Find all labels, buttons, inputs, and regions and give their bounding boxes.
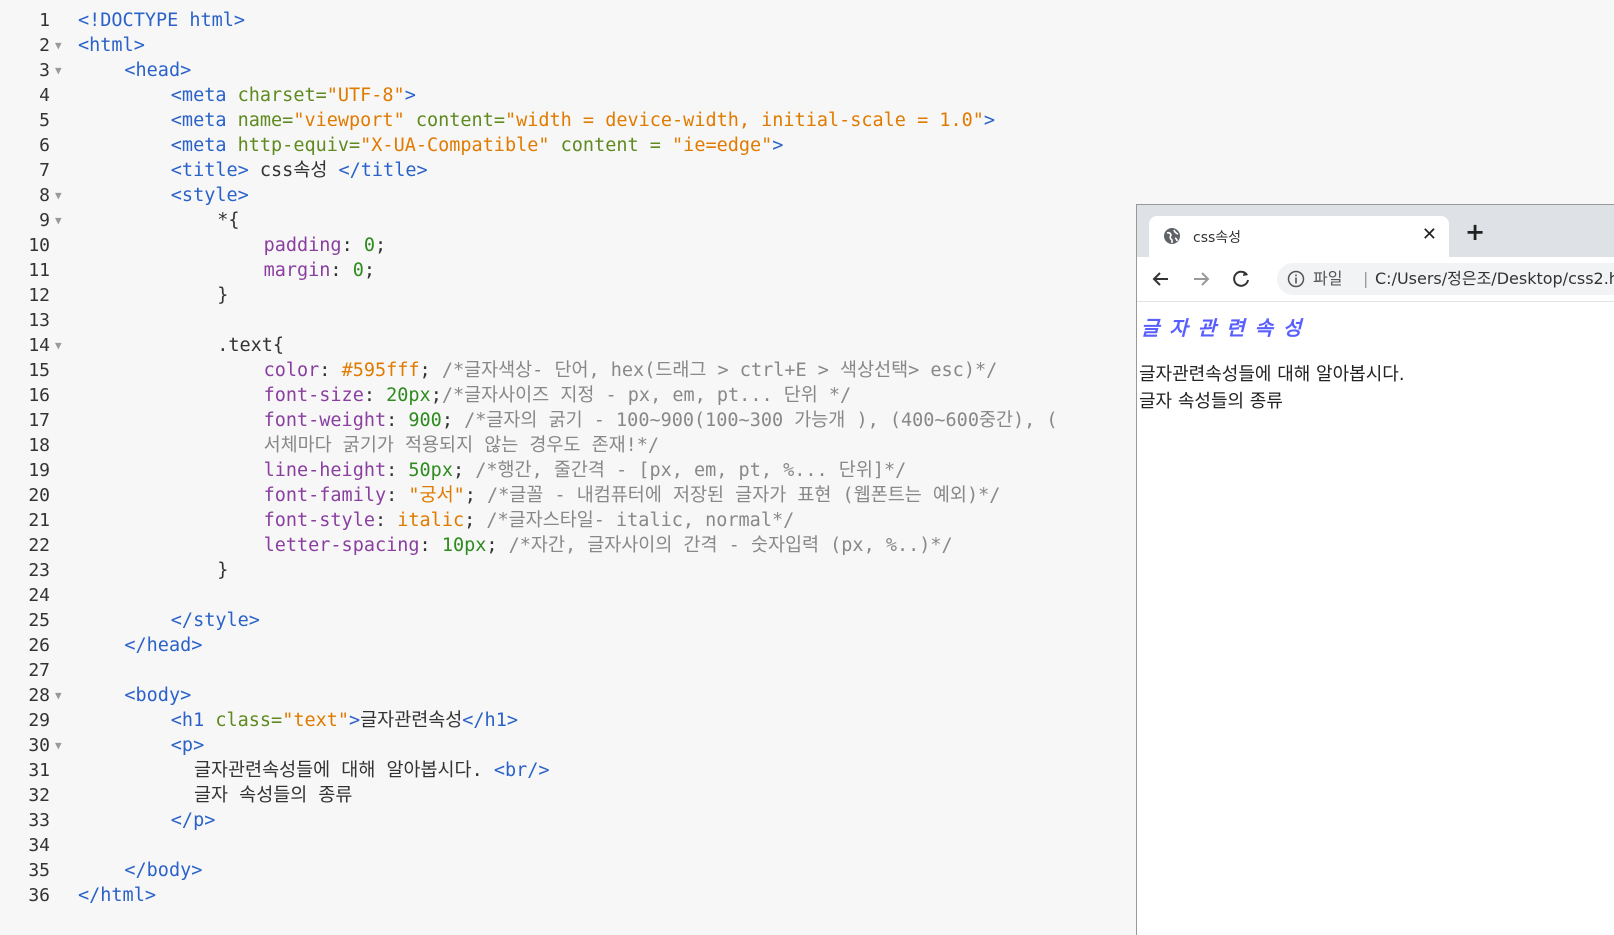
page-paragraph-line-1: 글자관련속성들에 대해 알아봅시다. [1139, 364, 1405, 385]
url-text: C:/Users/정은조/Desktop/css2.html [1375, 269, 1614, 288]
line-number: 18 [28, 435, 50, 456]
code-text: } [217, 560, 229, 581]
line-number: 22 [28, 535, 50, 556]
back-arrow-icon[interactable] [1147, 265, 1175, 293]
code-text: <meta charset="UTF-8"> [170, 85, 416, 106]
line-number: 28 [28, 685, 50, 706]
code-text: 서체마다 굵기가 적용되지 않는 경우도 존재!*/ [263, 435, 660, 456]
browser-window: css속성 ✕ + 파일 | C:/Users/정은조/Desktop/css2… [1136, 204, 1614, 935]
code-text: <style> [170, 185, 249, 206]
page-paragraph-line-2: 글자 속성들의 종류 [1139, 391, 1283, 412]
line-number: 19 [28, 460, 50, 481]
line-number: 32 [28, 785, 50, 806]
line-number: 16 [28, 385, 50, 406]
tab-strip: css속성 ✕ + [1137, 205, 1614, 257]
code-text: <body> [124, 685, 192, 706]
code-text: font-style: italic; /*글자스타일- italic, nor… [263, 510, 795, 531]
code-text: </p> [170, 810, 216, 831]
address-bar[interactable]: 파일 | C:/Users/정은조/Desktop/css2.html [1277, 263, 1614, 295]
line-number: 6 [39, 135, 50, 156]
line-number: 5 [39, 110, 50, 131]
url-scheme-label: 파일 [1313, 269, 1343, 288]
line-number: 7 [39, 160, 50, 181]
url-separator: | [1363, 269, 1369, 288]
line-number: 24 [28, 585, 50, 606]
fold-arrow-icon[interactable]: ▼ [55, 733, 62, 758]
fold-arrow-icon[interactable]: ▼ [55, 683, 62, 708]
fold-arrow-icon[interactable]: ▼ [55, 208, 62, 233]
line-number: 26 [28, 635, 50, 656]
code-text: font-family: "궁서"; /*글꼴 - 내컴퓨터에 저장된 글자가 … [263, 485, 1001, 506]
globe-icon [1164, 228, 1180, 244]
code-text: 글자관련속성들에 대해 알아봅시다. <br/> [194, 760, 550, 781]
line-number: 1 [39, 10, 50, 31]
new-tab-button[interactable]: + [1465, 218, 1485, 246]
line-number: 23 [28, 560, 50, 581]
line-number: 21 [28, 510, 50, 531]
code-text: <meta name="viewport" content="width = d… [170, 110, 996, 131]
line-number: 29 [28, 710, 50, 731]
code-text: <meta http-equiv="X-UA-Compatible" conte… [170, 135, 784, 156]
code-text: line-height: 50px; /*행간, 줄간격 - [px, em, … [263, 460, 907, 481]
code-text: color: #595fff; /*글자색상- 단어, hex(드래그 > ct… [263, 360, 998, 381]
code-text: 글자 속성들의 종류 [194, 785, 353, 806]
line-number: 36 [28, 885, 50, 906]
line-number: 9 [39, 210, 50, 231]
fold-arrow-icon[interactable]: ▼ [55, 58, 62, 83]
line-number: 17 [28, 410, 50, 431]
line-number: 35 [28, 860, 50, 881]
code-text: .text{ [217, 335, 285, 356]
line-number: 33 [28, 810, 50, 831]
code-text: <head> [124, 60, 192, 81]
line-number: 30 [28, 735, 50, 756]
tab-title: css속성 [1193, 230, 1242, 246]
code-text: font-size: 20px;/*글자사이즈 지정 - px, em, pt.… [263, 385, 852, 406]
forward-arrow-icon[interactable] [1187, 265, 1215, 293]
code-text: </head> [124, 635, 203, 656]
line-number: 3 [39, 60, 50, 81]
fold-arrow-icon[interactable]: ▼ [55, 183, 62, 208]
line-number: 34 [28, 835, 50, 856]
page-heading: 글자관련속성 [1141, 316, 1312, 340]
fold-arrow-icon[interactable]: ▼ [55, 333, 62, 358]
code-text: <p> [170, 735, 205, 756]
line-number: 12 [28, 285, 50, 306]
line-number: 14 [28, 335, 50, 356]
line-number: 13 [28, 310, 50, 331]
code-text: *{ [217, 210, 240, 231]
code-text: <h1 class="text">글자관련속성</h1> [170, 710, 518, 731]
line-number: 25 [28, 610, 50, 631]
code-text: padding: 0; [263, 235, 387, 256]
line-number: 10 [28, 235, 50, 256]
line-number: 4 [39, 85, 50, 106]
line-number: 2 [39, 35, 50, 56]
browser-tab[interactable]: css속성 ✕ [1149, 216, 1449, 257]
close-icon[interactable]: ✕ [1422, 224, 1437, 245]
line-number: 27 [28, 660, 50, 681]
line-number: 20 [28, 485, 50, 506]
reload-icon[interactable] [1227, 265, 1255, 293]
browser-toolbar: 파일 | C:/Users/정은조/Desktop/css2.html [1137, 257, 1614, 302]
info-icon[interactable] [1287, 270, 1305, 288]
code-text: <!DOCTYPE html> [78, 10, 246, 31]
line-number: 11 [28, 260, 50, 281]
code-text: <title> css속성 </title> [170, 160, 428, 181]
code-text: <html> [78, 35, 145, 56]
line-number: 31 [28, 760, 50, 781]
line-number: 8 [39, 185, 50, 206]
code-text: font-weight: 900; /*글자의 굵기 - 100~900(100… [263, 410, 1058, 431]
fold-arrow-icon[interactable]: ▼ [55, 33, 62, 58]
code-text: margin: 0; [263, 260, 375, 281]
code-text: </style> [170, 610, 260, 631]
page-viewport: 글자관련속성 글자관련속성들에 대해 알아봅시다. 글자 속성들의 종류 [1137, 302, 1614, 935]
code-text: </body> [124, 860, 203, 881]
code-text: </html> [78, 885, 156, 906]
line-number: 15 [28, 360, 50, 381]
code-text: letter-spacing: 10px; /*자간, 글자사이의 간격 - 숫… [263, 535, 953, 556]
code-text: } [217, 285, 229, 306]
